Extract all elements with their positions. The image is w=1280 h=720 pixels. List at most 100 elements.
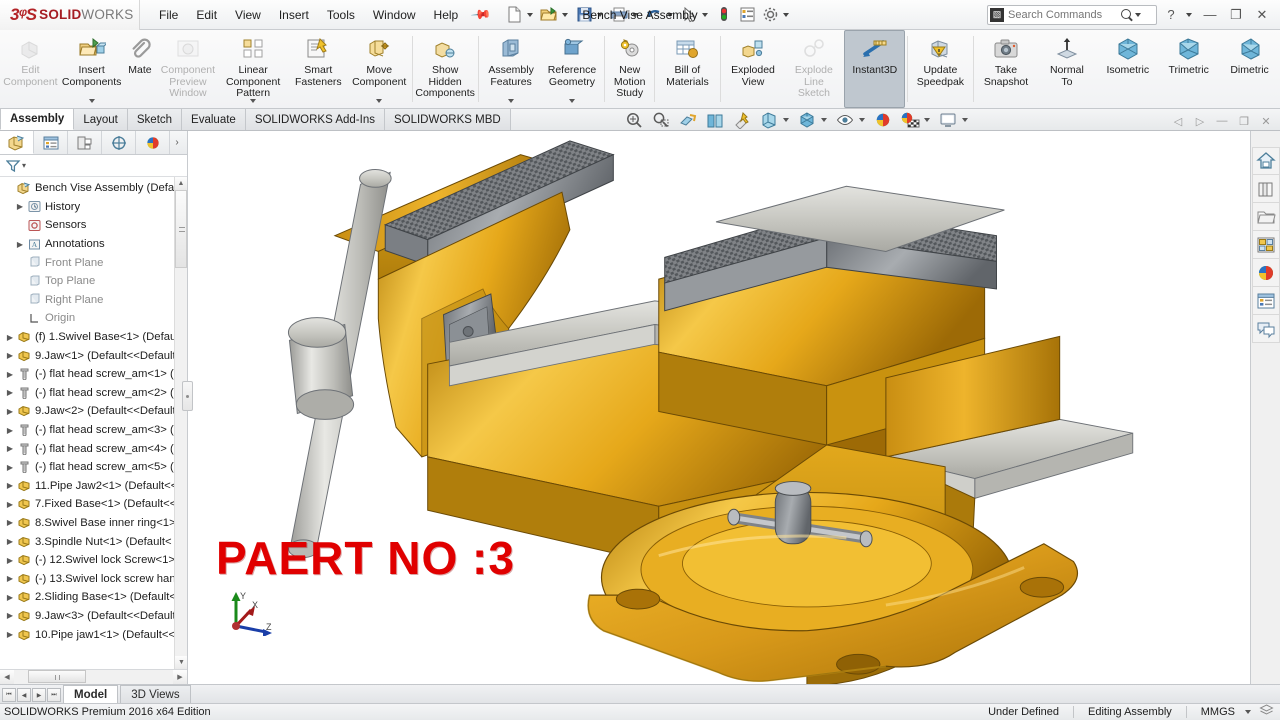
save-dropdown-caret[interactable]: [597, 12, 604, 17]
search-commands-box[interactable]: ▧: [987, 4, 1157, 25]
tab-dimxpert-manager[interactable]: [102, 131, 136, 154]
tree-expand-arrow[interactable]: ▶: [4, 574, 16, 583]
tree-item-top-plane[interactable]: Top Plane: [2, 272, 187, 291]
tree-expand-arrow[interactable]: ▶: [4, 407, 16, 416]
forum-speech-bubble-icon[interactable]: [1251, 315, 1280, 343]
menu-file[interactable]: File: [150, 4, 187, 26]
tree-item-origin[interactable]: Origin: [2, 309, 187, 328]
home-house-icon[interactable]: [1251, 147, 1280, 175]
tree-expand-arrow[interactable]: ▶: [4, 351, 16, 360]
overlay-layers-icon[interactable]: [1259, 704, 1274, 720]
tree-item-component[interactable]: ▶ 9.Jaw<1> (Default<<Default: [2, 346, 187, 365]
tree-expand-arrow[interactable]: ▶: [4, 518, 16, 527]
pushpin-icon[interactable]: 📌: [470, 3, 493, 26]
books-library-icon[interactable]: [1251, 175, 1280, 203]
tree-expand-arrow[interactable]: ▶: [4, 537, 16, 546]
tree-item-component[interactable]: ▶ 11.Pipe Jaw2<1> (Default<<: [2, 477, 187, 496]
undo-arrow-icon[interactable]: [643, 4, 665, 26]
tree-item-component[interactable]: ▶ (-) 13.Swivel lock screw hand: [2, 569, 187, 588]
cursor-arrow-icon[interactable]: [678, 4, 700, 26]
tree-item-component[interactable]: ▶ (-) flat head screw_am<5> (E: [2, 458, 187, 477]
folder-icon[interactable]: [1251, 203, 1280, 231]
menu-help[interactable]: Help: [425, 4, 468, 26]
open-folder-dropdown-caret[interactable]: [562, 12, 569, 17]
filter-dropdown-caret[interactable]: ▾: [22, 161, 26, 170]
normal-to-button[interactable]: Normal To: [1036, 30, 1097, 108]
scroll-up-arrow-icon[interactable]: ▲: [175, 177, 187, 190]
menu-view[interactable]: View: [226, 4, 270, 26]
next-tab-button[interactable]: ▶: [32, 688, 46, 702]
apply-scene-dropdown-caret[interactable]: [923, 117, 930, 122]
dynamic-annotation-icon[interactable]: [729, 109, 755, 130]
update-speedpak-button[interactable]: Update Speedpak: [910, 30, 971, 108]
mate-button[interactable]: Mate: [122, 30, 157, 108]
scene-sphere-icon[interactable]: [897, 109, 923, 130]
tree-expand-arrow[interactable]: ▶: [4, 630, 16, 639]
undo-dropdown-caret[interactable]: [667, 12, 674, 17]
tree-expand-arrow[interactable]: ▶: [14, 240, 26, 249]
insert-components-dropdown-caret[interactable]: [88, 99, 95, 103]
print-dropdown-caret[interactable]: [632, 12, 639, 17]
prev-tab-button[interactable]: ◀: [17, 688, 31, 702]
tab-feature-manager-design-tree[interactable]: [0, 131, 34, 154]
tree-item-history[interactable]: ▶ History: [2, 198, 187, 217]
tree-item-component[interactable]: ▶ (-) flat head screw_am<2> (E: [2, 384, 187, 403]
appearance-sphere-icon[interactable]: [1251, 259, 1280, 287]
tree-expand-arrow[interactable]: ▶: [4, 481, 16, 490]
tree-item-component[interactable]: ▶ 10.Pipe jaw1<1> (Default<<: [2, 625, 187, 644]
tree-item-component[interactable]: ▶ (-) 12.Swivel lock Screw<1> (: [2, 551, 187, 570]
tab-evaluate[interactable]: Evaluate: [182, 109, 246, 130]
explode-line-sketch-button[interactable]: Explode Line Sketch: [783, 30, 844, 108]
properties-list-icon[interactable]: [736, 4, 758, 26]
help-button[interactable]: ?: [1159, 4, 1183, 26]
tab-configuration-manager[interactable]: [68, 131, 102, 154]
feature-tree-horizontal-scrollbar[interactable]: ◀ ▶: [0, 669, 187, 684]
linear-component-pattern-dropdown-caret[interactable]: [250, 99, 257, 103]
tab-assembly[interactable]: Assembly: [0, 109, 75, 130]
tree-expand-arrow[interactable]: ▶: [4, 333, 16, 342]
insert-components-button[interactable]: Insert Components: [61, 30, 123, 108]
tree-expand-arrow[interactable]: ▶: [14, 202, 26, 211]
move-component-button[interactable]: Move Component: [349, 30, 410, 108]
tree-item-front-plane[interactable]: Front Plane: [2, 253, 187, 272]
tree-item-component[interactable]: ▶ 2.Sliding Base<1> (Default<: [2, 588, 187, 607]
tree-item-right-plane[interactable]: Right Plane: [2, 291, 187, 310]
open-folder-icon[interactable]: [538, 4, 560, 26]
menu-insert[interactable]: Insert: [270, 4, 318, 26]
tab-sketch[interactable]: Sketch: [127, 109, 183, 130]
tree-expand-arrow[interactable]: ▶: [4, 370, 16, 379]
view-orientation-icon[interactable]: [756, 109, 782, 130]
tab-display-manager[interactable]: [136, 131, 170, 154]
take-snapshot-button[interactable]: Take Snapshot: [976, 30, 1037, 108]
more-tabs-chevron-icon[interactable]: ›: [170, 131, 184, 154]
doc-tab-3d-views[interactable]: 3D Views: [120, 685, 191, 703]
linear-component-pattern-button[interactable]: Linear Component Pattern: [218, 30, 288, 108]
units-dropdown-caret[interactable]: [1245, 710, 1251, 714]
tab-layout[interactable]: Layout: [74, 109, 128, 130]
dimetric-button[interactable]: Dimetric: [1219, 30, 1280, 108]
new-file-icon[interactable]: [503, 4, 525, 26]
feature-tree-scroll-area[interactable]: Bench Vise Assembly (Default< ▶ History: [0, 177, 187, 669]
tree-expand-arrow[interactable]: ▶: [4, 388, 16, 397]
options-dropdown-caret[interactable]: [783, 12, 790, 17]
menu-tools[interactable]: Tools: [318, 4, 364, 26]
tab-solidworks-add-ins[interactable]: SOLIDWORKS Add-Ins: [245, 109, 385, 130]
new-file-dropdown-caret[interactable]: [527, 12, 534, 17]
tree-item-annotations[interactable]: ▶ A Annotations: [2, 235, 187, 254]
hide-show-items-dropdown-caret[interactable]: [858, 117, 865, 122]
mdi-close-button[interactable]: ✕: [1256, 112, 1276, 130]
scroll-down-arrow-icon[interactable]: ▼: [175, 656, 187, 669]
scrollbar-thumb[interactable]: [28, 670, 86, 683]
section-view-icon[interactable]: [702, 109, 728, 130]
feature-tree-vertical-scrollbar[interactable]: ▲ ▼: [174, 177, 187, 669]
graphics-area[interactable]: PAERT NO :3 Y Z X: [188, 131, 1250, 684]
component-preview-window-button[interactable]: Component Preview Window: [157, 30, 218, 108]
select-dropdown-caret[interactable]: [702, 12, 709, 17]
tree-expand-arrow[interactable]: ▶: [4, 611, 16, 620]
mdi-next-button[interactable]: ▷: [1190, 112, 1210, 130]
zoom-to-area-icon[interactable]: [648, 109, 674, 130]
display-style-dropdown-caret[interactable]: [820, 117, 827, 122]
last-tab-button[interactable]: ⏭: [47, 688, 61, 702]
traffic-light-icon[interactable]: [713, 4, 735, 26]
menu-edit[interactable]: Edit: [187, 4, 226, 26]
